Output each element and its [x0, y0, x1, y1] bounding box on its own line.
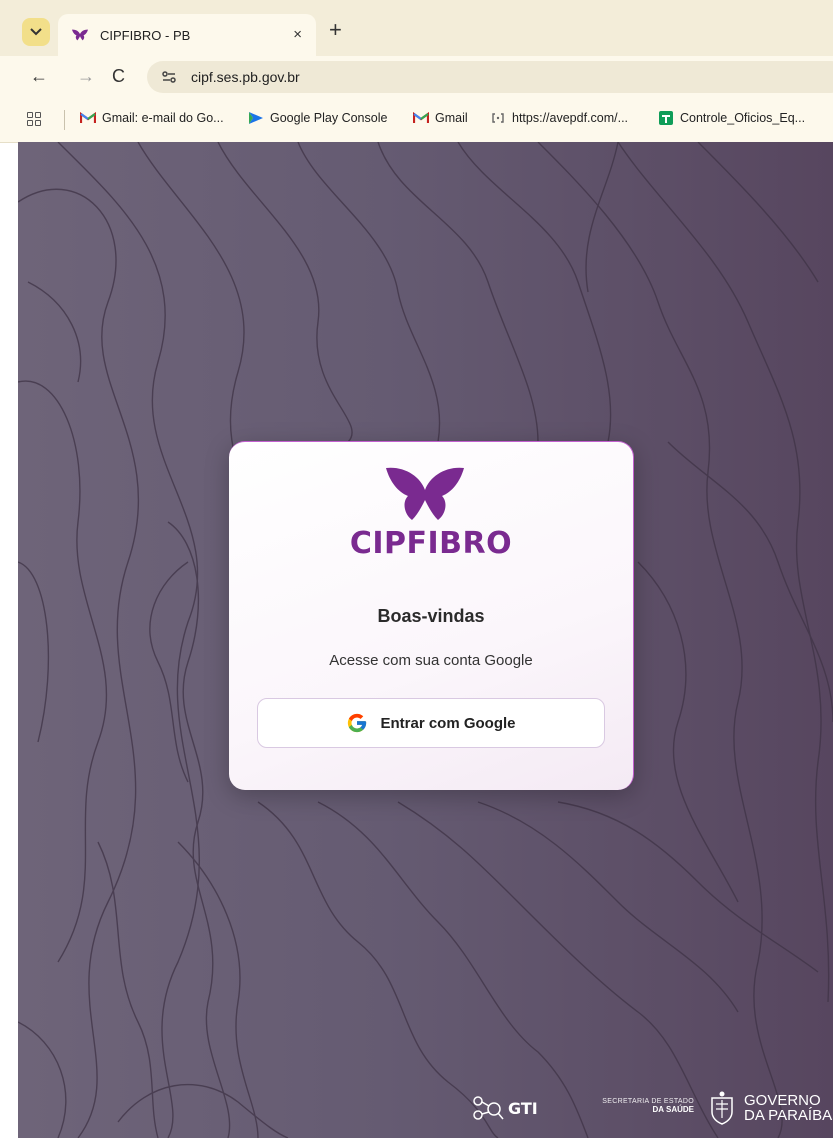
forward-button[interactable]: → — [77, 66, 95, 86]
ses-line1: SECRETARIA DE ESTADO — [602, 1098, 694, 1105]
bookmarks-divider — [64, 110, 65, 130]
site-settings-icon[interactable] — [161, 69, 177, 85]
browser-toolbar: ← → C cipf.ses.pb.gov.br — [0, 56, 833, 98]
bookmark-label: Google Play Console — [270, 111, 388, 125]
gov-line1: GOVERNO — [744, 1092, 821, 1109]
tab-search-button[interactable] — [22, 18, 50, 46]
play-console-icon — [248, 111, 264, 125]
gti-logo: GTI — [470, 1088, 560, 1128]
login-page: CIPFIBRO Boas-vindas Acesse com sua cont… — [18, 142, 833, 1138]
bookmark-controle-oficios[interactable]: Controle_Oficios_Eq... — [658, 111, 805, 125]
tab-close-button[interactable]: × — [293, 26, 302, 43]
bookmark-gmail[interactable]: Gmail — [413, 111, 468, 125]
bookmark-gmail-email[interactable]: Gmail: e-mail do Go... — [80, 111, 224, 125]
google-logo-icon — [348, 713, 367, 733]
ses-line2: DA SAÚDE — [652, 1105, 694, 1114]
sheets-icon — [658, 111, 674, 125]
google-sign-in-label: Entrar com Google — [380, 714, 516, 732]
welcome-heading: Boas-vindas — [377, 606, 485, 626]
url-text[interactable]: cipf.ses.pb.gov.br — [191, 69, 300, 85]
gti-text: GTI — [508, 1098, 538, 1118]
bookmark-label: Gmail — [435, 111, 468, 125]
secretaria-saude-logo: SECRETARIA DE ESTADO DA SAÚDE — [584, 1088, 694, 1128]
apps-grid-icon[interactable] — [27, 112, 41, 126]
state-coat-of-arms-icon — [711, 1091, 733, 1125]
reload-button[interactable]: C — [112, 66, 125, 86]
login-subtitle: Acesse com sua conta Google — [329, 652, 533, 669]
google-sign-in-button[interactable]: Entrar com Google — [257, 698, 605, 748]
browser-tab[interactable]: CIPFIBRO - PB × — [58, 14, 316, 56]
bookmark-label: Controle_Oficios_Eq... — [680, 111, 806, 125]
governo-paraiba-logo: GOVERNO DA PARAÍBA — [708, 1088, 833, 1128]
bookmark-label: Gmail: e-mail do Go... — [102, 111, 224, 125]
butterfly-logo-icon — [386, 467, 464, 520]
bookmark-label: https://avepdf.com/... — [512, 111, 629, 125]
new-tab-button[interactable]: + — [329, 19, 342, 41]
brand-name: CIPFIBRO — [349, 526, 513, 561]
address-bar[interactable]: cipf.ses.pb.gov.br — [147, 61, 833, 93]
bookmarks-bar: Gmail: e-mail do Go... Google Play Conso… — [0, 98, 833, 143]
bookmark-google-play-console[interactable]: Google Play Console — [248, 111, 387, 125]
bookmark-avepdf[interactable]: https://avepdf.com/... — [490, 111, 628, 125]
chevron-down-icon — [30, 28, 42, 36]
browser-tab-strip: CIPFIBRO - PB × + — [0, 0, 833, 56]
gov-line2: DA PARAÍBA — [744, 1107, 833, 1124]
gmail-icon — [80, 111, 96, 125]
butterfly-favicon-icon — [72, 28, 88, 42]
gti-network-icon — [473, 1096, 504, 1120]
login-card: CIPFIBRO Boas-vindas Acesse com sua cont… — [229, 441, 634, 790]
link-icon — [490, 111, 506, 125]
back-button[interactable]: ← — [30, 66, 48, 86]
gmail-icon — [413, 111, 429, 125]
tab-title: CIPFIBRO - PB — [100, 27, 191, 43]
